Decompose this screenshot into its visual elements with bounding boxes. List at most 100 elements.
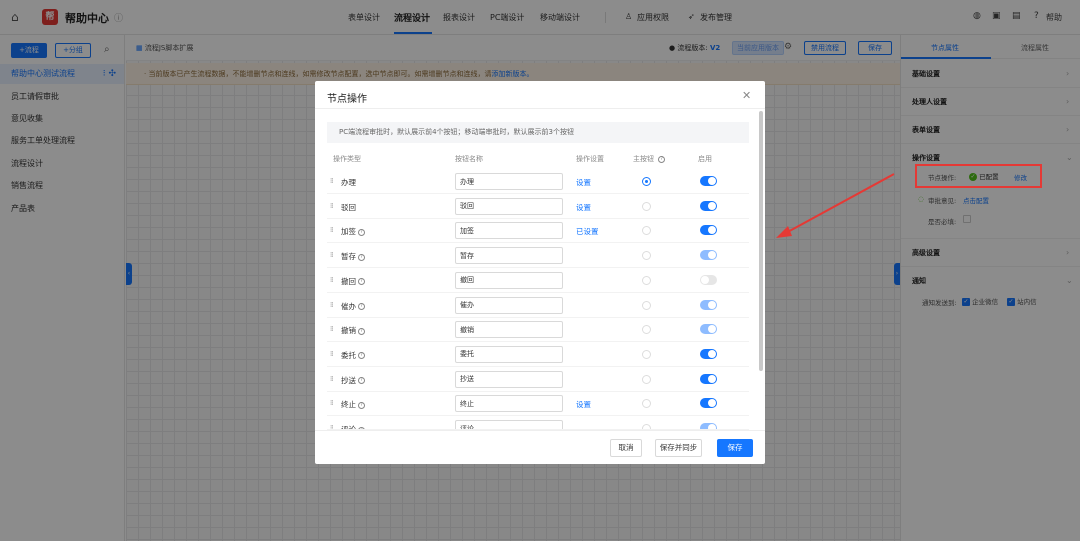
op-setting-link[interactable]: 设置 [576,177,591,188]
drag-handle-icon[interactable]: ⁞⁞ [330,251,334,259]
op-type-cell: 抄送? [341,375,365,386]
table-row: ⁞⁞ 抄送? [327,367,749,392]
dialog-title: 节点操作 [327,94,367,105]
enable-toggle[interactable] [700,225,717,236]
header-main-button: 主按钮 ? [633,154,666,164]
enable-toggle[interactable] [700,176,717,186]
help-icon[interactable]: ? [358,278,365,286]
op-type-label: 驳回 [341,202,356,212]
enable-toggle[interactable] [700,274,717,285]
enable-toggle[interactable] [700,324,717,335]
op-type-cell: 驳回 [341,202,356,213]
drag-handle-icon[interactable]: ⁞⁞ [330,325,334,333]
divider [315,430,765,431]
save-button[interactable]: 保存 [717,439,753,457]
op-type-cell: 撤销? [341,325,365,336]
op-setting-link[interactable]: 设置 [576,399,591,410]
op-type-label: 撤回 [341,276,356,286]
drag-handle-icon[interactable]: ⁞⁞ [330,375,334,383]
table-row: ⁞⁞ 委托? [327,342,749,367]
op-type-label: 撤销 [341,326,356,336]
button-name-input[interactable] [455,296,563,314]
main-button-radio[interactable] [642,399,651,409]
button-name-input[interactable] [455,395,563,413]
help-icon[interactable]: ? [358,352,365,360]
help-icon[interactable]: ? [358,377,365,385]
button-display-tip: PC端流程审批时，默认展示前4个按钮；移动端审批时，默认展示前3个按钮 [327,122,749,143]
drag-handle-icon[interactable]: ⁞⁞ [330,202,334,210]
op-type-label: 抄送 [341,375,356,385]
drag-handle-icon[interactable]: ⁞⁞ [330,350,334,358]
main-button-radio[interactable] [642,177,651,186]
save-and-sync-button[interactable]: 保存并同步 [655,439,702,457]
button-name-input[interactable] [455,222,563,240]
main-button-radio[interactable] [642,374,651,384]
enable-toggle[interactable] [700,250,717,261]
main-button-radio[interactable] [642,251,651,261]
highlight-box [915,164,1042,188]
table-row: ⁞⁞ 撤销? [327,317,749,343]
enable-toggle[interactable] [700,373,717,384]
header-enabled: 启用 [698,155,712,163]
op-type-label: 办理 [341,178,356,187]
cancel-button[interactable]: 取消 [610,439,642,457]
button-name-input[interactable] [455,271,563,289]
op-type-cell: 委托? [341,350,365,361]
help-icon[interactable]: ? [358,303,365,310]
button-name-input[interactable] [455,345,563,363]
op-type-cell: 撤回? [341,276,365,287]
table-row: ⁞⁞ 评论? [327,416,749,430]
enable-toggle[interactable] [700,423,717,429]
table-row: ⁞⁞ 终止? 设置 [327,391,749,417]
button-name-input[interactable] [455,370,563,388]
help-icon[interactable]: ? [358,228,365,236]
header-op-setting: 操作设置 [576,155,604,163]
main-button-radio[interactable] [642,275,651,285]
dialog-scrollbar[interactable] [759,111,763,371]
main-button-radio[interactable] [642,201,651,211]
main-button-radio[interactable] [642,325,651,335]
main-button-radio[interactable] [642,349,651,359]
op-type-label: 加签 [341,227,356,237]
enable-toggle[interactable] [700,200,717,211]
op-type-label: 催办 [341,301,356,311]
button-name-input[interactable] [455,197,563,215]
main-button-radio[interactable] [642,226,651,236]
op-type-cell: 暂存? [341,251,365,262]
enable-toggle[interactable] [700,348,717,359]
drag-handle-icon[interactable]: ⁞⁞ [330,226,334,234]
drag-handle-icon[interactable]: ⁞⁞ [330,301,334,309]
app-root: ⌂ 帮 帮助中心 ⓘ 表单设计 流程设计 报表设计 PC端设计 移动端设计 ♙ … [0,0,1080,541]
table-row: ⁞⁞ 办理 设置 [327,169,749,194]
table-row: ⁞⁞ 撤回? [327,268,749,293]
drag-handle-icon[interactable]: ⁞⁞ [330,177,334,185]
close-icon[interactable]: ✕ [742,89,751,102]
divider [315,108,765,109]
help-icon[interactable]: ? [358,253,365,261]
button-name-input[interactable] [455,173,563,190]
annotation-arrow [776,173,895,238]
header-button-name: 按钮名称 [455,155,483,163]
help-icon[interactable]: ? [358,327,365,335]
op-type-cell: 终止? [341,399,365,410]
table-row: ⁞⁞ 催办? [327,293,749,318]
header-op-type: 操作类型 [333,155,361,163]
op-type-label: 终止 [341,400,356,410]
table-row: ⁞⁞ 驳回 设置 [327,194,749,219]
op-type-cell: 加签? [341,226,365,237]
button-name-input[interactable] [455,420,563,429]
op-setting-link[interactable]: 已设置 [576,226,599,237]
drag-handle-icon[interactable]: ⁞⁞ [330,399,334,407]
node-operation-dialog: 节点操作 ✕ PC端流程审批时，默认展示前4个按钮；移动端审批时，默认展示前3个… [315,81,765,464]
enable-toggle[interactable] [700,398,717,409]
button-name-input[interactable] [455,321,563,339]
main-button-radio[interactable] [642,300,651,310]
help-icon[interactable]: ? [358,401,365,409]
op-type-cell: 催办? [341,301,365,312]
drag-handle-icon[interactable]: ⁞⁞ [330,276,334,284]
op-setting-link[interactable]: 设置 [576,202,591,213]
enable-toggle[interactable] [700,299,717,310]
button-name-input[interactable] [455,247,563,265]
op-type-cell: 办理 [341,177,356,188]
help-icon[interactable]: ? [658,155,666,163]
